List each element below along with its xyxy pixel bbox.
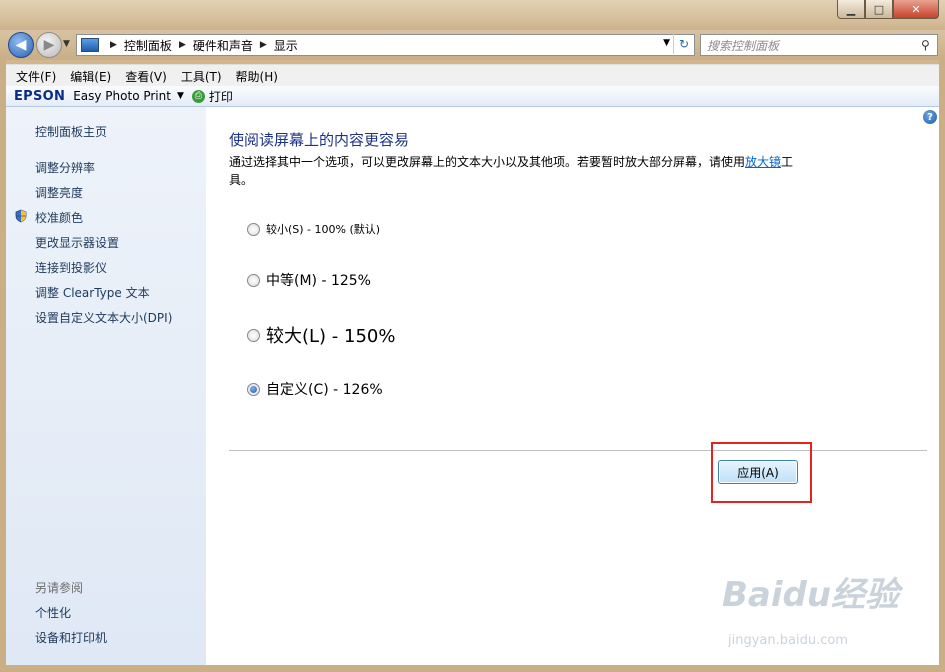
control-panel-window: ▁ □ ✕ ◀ ▶ ▼ ▶ 控制面板 ▶ 硬件和声音 ▶ 显示 ▼ ↻ 搜索控制…	[0, 0, 945, 672]
sidebar-item-adjust-cleartype[interactable]: 调整 ClearType 文本	[35, 284, 150, 301]
menu-bar: 文件(F) 编辑(E) 查看(V) 工具(T) 帮助(H)	[6, 64, 939, 87]
title-bar[interactable]: ▁ □ ✕	[0, 0, 945, 30]
sidebar-item-personalization[interactable]: 个性化	[35, 604, 71, 621]
chevron-right-icon[interactable]: ▶	[260, 40, 267, 50]
option-larger-label[interactable]: 较大(L) - 150%	[266, 322, 395, 348]
highlight-box	[711, 442, 812, 503]
breadcrumb-control-panel[interactable]: 控制面板	[124, 37, 172, 54]
control-panel-icon	[81, 38, 99, 52]
maximize-button[interactable]: □	[865, 0, 893, 19]
chevron-right-icon[interactable]: ▶	[110, 40, 117, 50]
option-custom-label[interactable]: 自定义(C) - 126%	[266, 379, 383, 399]
history-dropdown-icon[interactable]: ▼	[63, 39, 70, 49]
print-button[interactable]: 打印	[209, 88, 233, 105]
navigation-bar: ◀ ▶ ▼ ▶ 控制面板 ▶ 硬件和声音 ▶ 显示 ▼ ↻ 搜索控制面板 ⚲	[0, 30, 945, 60]
epson-toolbar: EPSON Easy Photo Print ▼ ⎙ 打印	[6, 86, 939, 107]
forward-button[interactable]: ▶	[36, 32, 62, 58]
sidebar-item-adjust-resolution[interactable]: 调整分辨率	[35, 159, 95, 176]
easy-photo-print-button[interactable]: Easy Photo Print	[73, 89, 171, 103]
menu-view[interactable]: 查看(V)	[125, 68, 167, 85]
radio-larger[interactable]	[247, 328, 260, 342]
sidebar-item-change-display-settings[interactable]: 更改显示器设置	[35, 234, 119, 251]
print-icon[interactable]: ⎙	[191, 89, 205, 103]
address-bar[interactable]: ▶ 控制面板 ▶ 硬件和声音 ▶ 显示 ▼ ↻	[76, 34, 695, 56]
watermark-brand: Baidu经验	[722, 575, 900, 615]
watermark: Baidu经验 jingyan.baidu.com	[722, 567, 900, 648]
breadcrumb-display[interactable]: 显示	[274, 37, 298, 54]
option-larger[interactable]: 较大(L) - 150%	[247, 322, 395, 348]
breadcrumb: ▶ 控制面板 ▶ 硬件和声音 ▶ 显示	[103, 37, 298, 54]
address-dropdown-icon[interactable]: ▼	[663, 38, 670, 48]
window-controls: ▁ □ ✕	[837, 0, 939, 19]
sidebar-item-devices-printers[interactable]: 设备和打印机	[35, 629, 107, 646]
window-frame-right	[939, 60, 945, 672]
refresh-icon[interactable]: ↻	[673, 34, 694, 54]
description-text: 通过选择其中一个选项，可以更改屏幕上的文本大小以及其他项。若要暂时放大部分屏幕，…	[229, 155, 746, 169]
breadcrumb-hardware-sound[interactable]: 硬件和声音	[193, 37, 253, 54]
page-title: 使阅读屏幕上的内容更容易	[229, 131, 410, 149]
minimize-button[interactable]: ▁	[837, 0, 865, 19]
sidebar-item-calibrate-color[interactable]: 校准颜色	[35, 209, 83, 226]
sidebar-item-connect-projector[interactable]: 连接到投影仪	[35, 259, 107, 276]
radio-medium[interactable]	[247, 273, 260, 287]
menu-file[interactable]: 文件(F)	[16, 68, 56, 85]
magnifier-link[interactable]: 放大镜	[745, 155, 781, 169]
option-custom[interactable]: 自定义(C) - 126%	[247, 379, 383, 399]
option-smaller[interactable]: 较小(S) - 100% (默认)	[247, 221, 380, 237]
task-pane: 控制面板主页 调整分辨率 调整亮度 校准颜色 更改显示器设置 连接到投影仪 调整…	[6, 107, 206, 665]
option-medium-label[interactable]: 中等(M) - 125%	[266, 270, 371, 290]
chevron-right-icon[interactable]: ▶	[179, 40, 186, 50]
help-icon[interactable]: ?	[923, 110, 937, 124]
menu-help[interactable]: 帮助(H)	[236, 68, 278, 85]
epson-logo: EPSON	[14, 88, 66, 104]
window-frame-bottom	[0, 665, 945, 672]
page-description: 通过选择其中一个选项，可以更改屏幕上的文本大小以及其他项。若要暂时放大部分屏幕，…	[229, 153, 799, 189]
shield-icon	[15, 209, 27, 223]
option-smaller-label[interactable]: 较小(S) - 100% (默认)	[266, 221, 380, 237]
sidebar-item-control-panel-home[interactable]: 控制面板主页	[35, 123, 107, 140]
back-arrow-icon: ◀	[15, 37, 27, 53]
divider	[229, 450, 927, 451]
radio-custom[interactable]	[247, 382, 260, 396]
option-medium[interactable]: 中等(M) - 125%	[247, 270, 371, 290]
see-also-heading: 另请参阅	[35, 581, 84, 595]
back-button[interactable]: ◀	[8, 32, 34, 58]
sidebar-item-adjust-brightness[interactable]: 调整亮度	[35, 184, 83, 201]
search-icon[interactable]: ⚲	[921, 38, 937, 52]
radio-smaller[interactable]	[247, 222, 260, 236]
menu-tools[interactable]: 工具(T)	[181, 68, 222, 85]
menu-edit[interactable]: 编辑(E)	[70, 68, 111, 85]
main-content: ? 使阅读屏幕上的内容更容易 通过选择其中一个选项，可以更改屏幕上的文本大小以及…	[206, 107, 939, 665]
close-button[interactable]: ✕	[893, 0, 939, 19]
chevron-down-icon[interactable]: ▼	[177, 91, 184, 101]
watermark-url: jingyan.baidu.com	[728, 633, 848, 648]
sidebar-item-custom-dpi[interactable]: 设置自定义文本大小(DPI)	[35, 309, 172, 326]
forward-arrow-icon: ▶	[43, 37, 55, 53]
search-box[interactable]: 搜索控制面板 ⚲	[700, 34, 938, 56]
search-input[interactable]: 搜索控制面板	[707, 37, 921, 54]
